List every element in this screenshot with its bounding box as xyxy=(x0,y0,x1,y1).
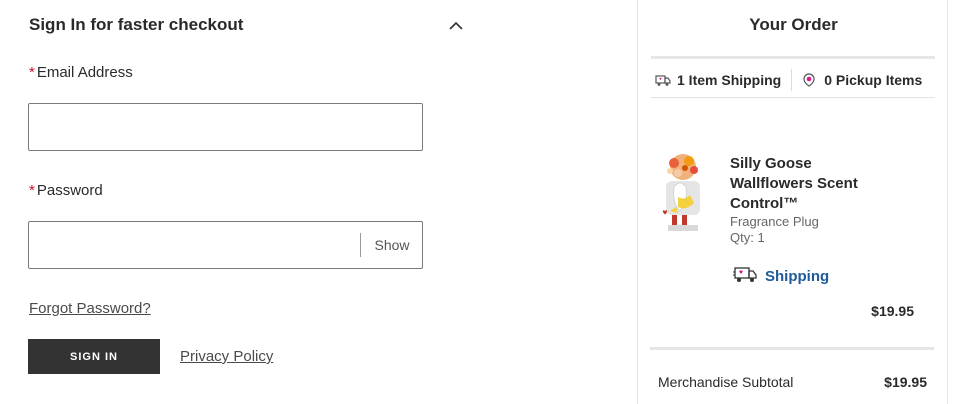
tab-shipping-label: 1 Item Shipping xyxy=(677,72,782,88)
shipping-method-label: Shipping xyxy=(765,268,830,285)
item-price: $19.95 xyxy=(871,303,914,319)
tab-pickup[interactable]: 0 Pickup Items xyxy=(792,72,922,88)
required-mark: * xyxy=(29,182,35,199)
shipping-truck-icon xyxy=(733,266,758,287)
signin-title: Sign In for faster checkout xyxy=(29,15,244,34)
email-label-text: Email Address xyxy=(36,64,133,81)
product-name[interactable]: Silly Goose Wallflowers Scent Control™ xyxy=(730,154,890,214)
divider xyxy=(650,347,934,350)
product-image[interactable] xyxy=(656,153,710,235)
checkout-page: Sign In for faster checkout * Email Addre… xyxy=(0,0,957,404)
chevron-up-icon[interactable] xyxy=(443,12,469,38)
privacy-policy-link[interactable]: Privacy Policy xyxy=(180,348,273,365)
sign-in-button[interactable]: SIGN IN xyxy=(28,339,160,374)
truck-icon xyxy=(655,73,671,87)
shipping-method[interactable]: Shipping xyxy=(733,266,829,287)
divider xyxy=(651,56,935,59)
product-qty: Qty: 1 xyxy=(730,230,765,245)
fulfillment-tabs: 1 Item Shipping 0 Pickup Items xyxy=(651,66,935,94)
subtotal-label: Merchandise Subtotal xyxy=(658,374,794,390)
password-field-wrapper: Show xyxy=(28,221,423,269)
email-label: * Email Address xyxy=(29,64,133,81)
show-password-button[interactable]: Show xyxy=(362,222,422,268)
subtotal-value: $19.95 xyxy=(884,374,927,390)
tab-pickup-label: 0 Pickup Items xyxy=(824,72,923,88)
forgot-password-link[interactable]: Forgot Password? xyxy=(29,300,151,317)
divider xyxy=(360,233,361,257)
password-label: * Password xyxy=(29,182,103,199)
divider xyxy=(651,97,935,98)
password-field[interactable] xyxy=(29,222,359,268)
signin-accordion-header[interactable]: Sign In for faster checkout xyxy=(29,12,469,38)
email-field[interactable] xyxy=(28,103,423,151)
required-mark: * xyxy=(29,64,35,81)
password-label-text: Password xyxy=(36,182,103,199)
merchandise-subtotal-row: Merchandise Subtotal $19.95 xyxy=(658,374,927,390)
store-pin-icon xyxy=(802,73,818,87)
product-type: Fragrance Plug xyxy=(730,214,819,229)
order-title: Your Order xyxy=(749,15,838,34)
tab-shipping[interactable]: 1 Item Shipping xyxy=(651,72,791,88)
